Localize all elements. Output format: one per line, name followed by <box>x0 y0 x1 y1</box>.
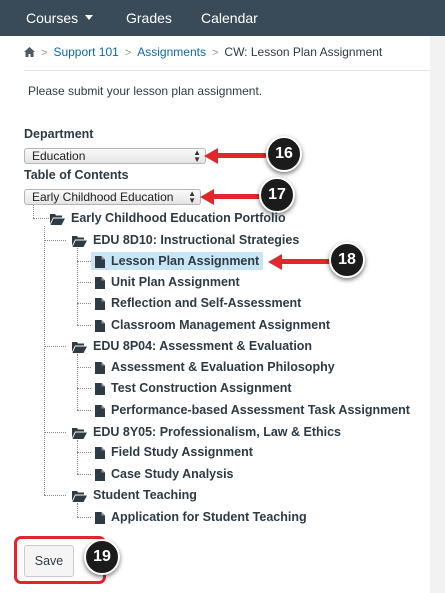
tree-file-label: Lesson Plan Assignment <box>111 254 260 268</box>
tree-file-label: Test Construction Assignment <box>111 381 292 395</box>
breadcrumb: > Support 101 > Assignments > CW: Lesson Plan… <box>24 44 382 60</box>
file-icon <box>95 382 105 400</box>
breadcrumb-course-link[interactable]: Support 101 <box>53 45 118 59</box>
callout-arrow-head-16 <box>204 148 218 164</box>
nav-courses-label: Courses <box>26 10 79 26</box>
breadcrumb-current-page: CW: Lesson Plan Assignment <box>224 45 383 59</box>
breadcrumb-separator: > <box>211 47 219 59</box>
tree-file-label: Unit Plan Assignment <box>111 275 240 289</box>
tree-file-reflection-self-assessment[interactable]: Reflection and Self-Assessment <box>95 294 301 312</box>
folder-open-icon <box>72 426 87 444</box>
toc-select-value: Early Childhood Education <box>32 190 174 204</box>
tree-file-label: Field Study Assignment <box>111 445 253 459</box>
folder-open-icon <box>72 489 87 507</box>
nav-calendar-link[interactable]: Calendar <box>201 0 258 36</box>
step-badge-18: 18 <box>329 242 365 278</box>
assignment-instructions: Please submit your lesson plan assignmen… <box>28 84 263 98</box>
tree-folder-edu-8p04[interactable]: EDU 8P04: Assessment & Evaluation <box>72 337 312 355</box>
select-arrows-icon: ▲ ▼ <box>188 189 196 205</box>
top-navigation-bar: Courses Grades Calendar <box>0 0 445 36</box>
callout-arrow-16 <box>216 153 266 158</box>
breadcrumb-separator: > <box>41 47 48 59</box>
folder-open-icon <box>50 212 65 230</box>
file-icon <box>95 511 105 529</box>
tree-folder-edu-8y05[interactable]: EDU 8Y05: Professionalism, Law & Ethics <box>72 423 341 441</box>
file-icon <box>95 297 105 315</box>
toc-select[interactable]: Early Childhood Education ▲ ▼ <box>24 189 201 205</box>
tree-file-label: Case Study Analysis <box>111 467 234 481</box>
tree-file-application-student-teaching[interactable]: Application for Student Teaching <box>95 508 307 526</box>
tree-folder-student-teaching[interactable]: Student Teaching <box>72 486 197 504</box>
home-icon[interactable] <box>24 45 35 61</box>
department-label: Department <box>24 127 94 141</box>
nav-courses-menu[interactable]: Courses <box>26 0 94 36</box>
file-icon <box>95 468 105 486</box>
tree-file-label: Classroom Management Assignment <box>111 318 331 332</box>
tree-file-assessment-evaluation-philosophy[interactable]: Assessment & Evaluation Philosophy <box>95 358 335 376</box>
tree-file-case-study-analysis[interactable]: Case Study Analysis <box>95 465 234 483</box>
folder-open-icon <box>72 340 87 358</box>
tree-file-performance-based-assessment[interactable]: Performance-based Assessment Task Assign… <box>95 401 410 419</box>
step-badge-17: 17 <box>259 177 295 213</box>
department-select-value: Education <box>32 149 86 163</box>
select-arrows-icon: ▲ ▼ <box>193 148 201 164</box>
tree-root-label: Early Childhood Education Portfolio <box>71 211 286 225</box>
save-button[interactable]: Save <box>24 545 74 577</box>
tree-folder-label: EDU 8P04: Assessment & Evaluation <box>93 339 313 353</box>
step-badge-16: 16 <box>266 136 302 172</box>
nav-grades-link[interactable]: Grades <box>126 0 172 36</box>
page-right-margin <box>430 36 445 593</box>
file-icon <box>95 276 105 294</box>
breadcrumb-separator: > <box>124 47 132 59</box>
callout-arrow-17 <box>212 194 260 199</box>
tree-file-test-construction-assignment[interactable]: Test Construction Assignment <box>95 379 292 397</box>
file-icon <box>95 361 105 379</box>
tree-folder-label: Student Teaching <box>93 488 197 502</box>
step-badge-19: 19 <box>84 539 120 575</box>
file-icon <box>95 319 105 337</box>
tree-file-label: Performance-based Assessment Task Assign… <box>111 403 410 417</box>
tree-folder-label: EDU 8Y05: Professionalism, Law & Ethics <box>93 425 341 439</box>
tree-file-label: Assessment & Evaluation Philosophy <box>111 360 335 374</box>
chevron-down-icon <box>85 14 94 20</box>
breadcrumb-divider <box>24 70 430 71</box>
tree-file-label: Application for Student Teaching <box>111 510 307 524</box>
callout-arrow-head-18 <box>268 254 282 270</box>
tree-root-folder[interactable]: Early Childhood Education Portfolio <box>50 209 286 227</box>
tree-folder-label: EDU 8D10: Instructional Strategies <box>93 233 300 247</box>
tree-file-lesson-plan-assignment[interactable]: Lesson Plan Assignment <box>91 252 264 273</box>
breadcrumb-assignments-link[interactable]: Assignments <box>137 45 206 59</box>
tree-file-classroom-management-assignment[interactable]: Classroom Management Assignment <box>95 316 330 334</box>
file-icon <box>95 404 105 422</box>
callout-arrow-18 <box>280 259 330 264</box>
callout-arrow-head-17 <box>200 189 214 205</box>
toc-label: Table of Contents <box>24 168 129 182</box>
tree-file-label: Reflection and Self-Assessment <box>111 296 302 310</box>
tree-file-unit-plan-assignment[interactable]: Unit Plan Assignment <box>95 273 240 291</box>
folder-open-icon <box>72 234 87 252</box>
department-select[interactable]: Education ▲ ▼ <box>24 148 206 164</box>
tree-folder-edu-8d10[interactable]: EDU 8D10: Instructional Strategies <box>72 231 299 249</box>
file-icon <box>95 255 105 273</box>
file-icon <box>95 446 105 464</box>
tree-file-field-study-assignment[interactable]: Field Study Assignment <box>95 443 253 461</box>
